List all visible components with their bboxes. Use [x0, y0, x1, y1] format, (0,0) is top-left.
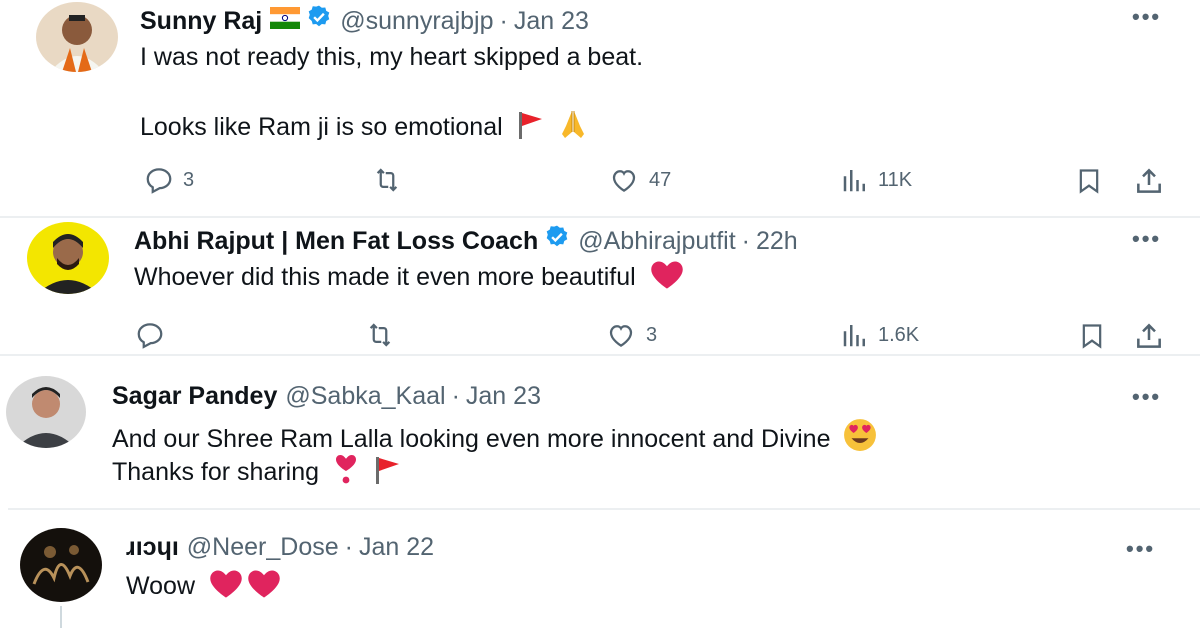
like-count: 3 [646, 323, 658, 346]
red-flag-icon [373, 455, 401, 494]
repost-icon [376, 168, 398, 192]
post-divider [0, 354, 1200, 356]
bookmark-icon[interactable] [1075, 165, 1103, 197]
author-name[interactable]: ɹıɔɥı [126, 532, 179, 562]
meta-separator: · [344, 533, 353, 561]
author-handle[interactable]: @sunnyrajbjp [340, 6, 493, 36]
post-text-line-2: Thanks for sharing [112, 458, 320, 486]
reply-button[interactable] [134, 320, 174, 350]
post-timestamp[interactable]: Jan 23 [466, 381, 541, 411]
views-button[interactable]: 11K [840, 165, 912, 195]
repost-icon [369, 323, 391, 347]
more-icon[interactable]: ••• [1132, 4, 1161, 30]
heart-emoji-icon [649, 260, 685, 299]
share-icon[interactable] [1133, 165, 1165, 197]
meta-separator: · [741, 226, 750, 255]
heart-emoji-icon [208, 569, 244, 608]
post-text-line-1: Woow [126, 572, 196, 600]
post-text-line-1: And our Shree Ram Lalla looking even mor… [112, 425, 831, 453]
post-divider [0, 216, 1200, 218]
india-flag-icon [270, 6, 301, 36]
verified-badge-icon [544, 224, 570, 257]
avatar[interactable] [36, 2, 118, 72]
like-count: 47 [649, 168, 672, 191]
meta-separator: · [499, 6, 508, 35]
views-button[interactable]: 1.6K [840, 320, 919, 350]
post-text-line-1: I was not ready this, my heart skipped a… [140, 43, 644, 71]
author-handle[interactable]: @Neer_Dose [187, 532, 339, 562]
author-name[interactable]: Sagar Pandey [112, 381, 277, 411]
like-icon [609, 325, 633, 347]
post-timestamp[interactable]: 22h [756, 226, 798, 256]
heart-emoji-icon [246, 569, 282, 608]
reply-icon [137, 323, 163, 349]
author-name[interactable]: Sunny Raj [140, 6, 262, 36]
post-divider [8, 508, 1200, 510]
more-icon[interactable]: ••• [1126, 536, 1155, 562]
reply-button[interactable]: 3 [143, 165, 194, 195]
views-count: 1.6K [878, 323, 920, 346]
like-button[interactable]: 3 [604, 320, 657, 350]
thread-line [60, 606, 62, 628]
bookmark-icon[interactable] [1078, 320, 1106, 352]
heart-exclamation-icon [332, 453, 360, 494]
repost-button[interactable] [363, 320, 397, 350]
more-icon[interactable]: ••• [1132, 226, 1161, 252]
like-button[interactable]: 47 [607, 165, 671, 195]
heart-eyes-emoji-icon [843, 418, 877, 461]
views-icon [843, 170, 865, 192]
like-icon [612, 170, 636, 192]
reply-count: 3 [183, 168, 195, 191]
verified-badge-icon [306, 4, 332, 37]
author-handle[interactable]: @Abhirajputfit [578, 226, 735, 256]
post-text-line-2: Looks like Ram ji is so emotional [140, 113, 503, 141]
meta-separator: · [451, 382, 460, 410]
post-timestamp[interactable]: Jan 22 [359, 532, 434, 562]
more-icon[interactable]: ••• [1132, 384, 1161, 410]
post-timestamp[interactable]: Jan 23 [514, 6, 589, 36]
views-icon [843, 325, 865, 347]
avatar[interactable] [6, 376, 86, 448]
avatar[interactable] [27, 222, 109, 294]
reply-icon [146, 168, 172, 194]
folded-hands-icon [557, 108, 589, 149]
post-text-line-1: Whoever did this made it even more beaut… [134, 263, 636, 291]
share-icon[interactable] [1133, 320, 1165, 352]
author-name[interactable]: Abhi Rajput | Men Fat Loss Coach [134, 226, 538, 256]
views-count: 11K [878, 168, 913, 191]
red-flag-icon [516, 110, 544, 149]
repost-button[interactable] [370, 165, 404, 195]
author-handle[interactable]: @Sabka_Kaal [285, 381, 445, 411]
avatar[interactable] [20, 528, 102, 602]
